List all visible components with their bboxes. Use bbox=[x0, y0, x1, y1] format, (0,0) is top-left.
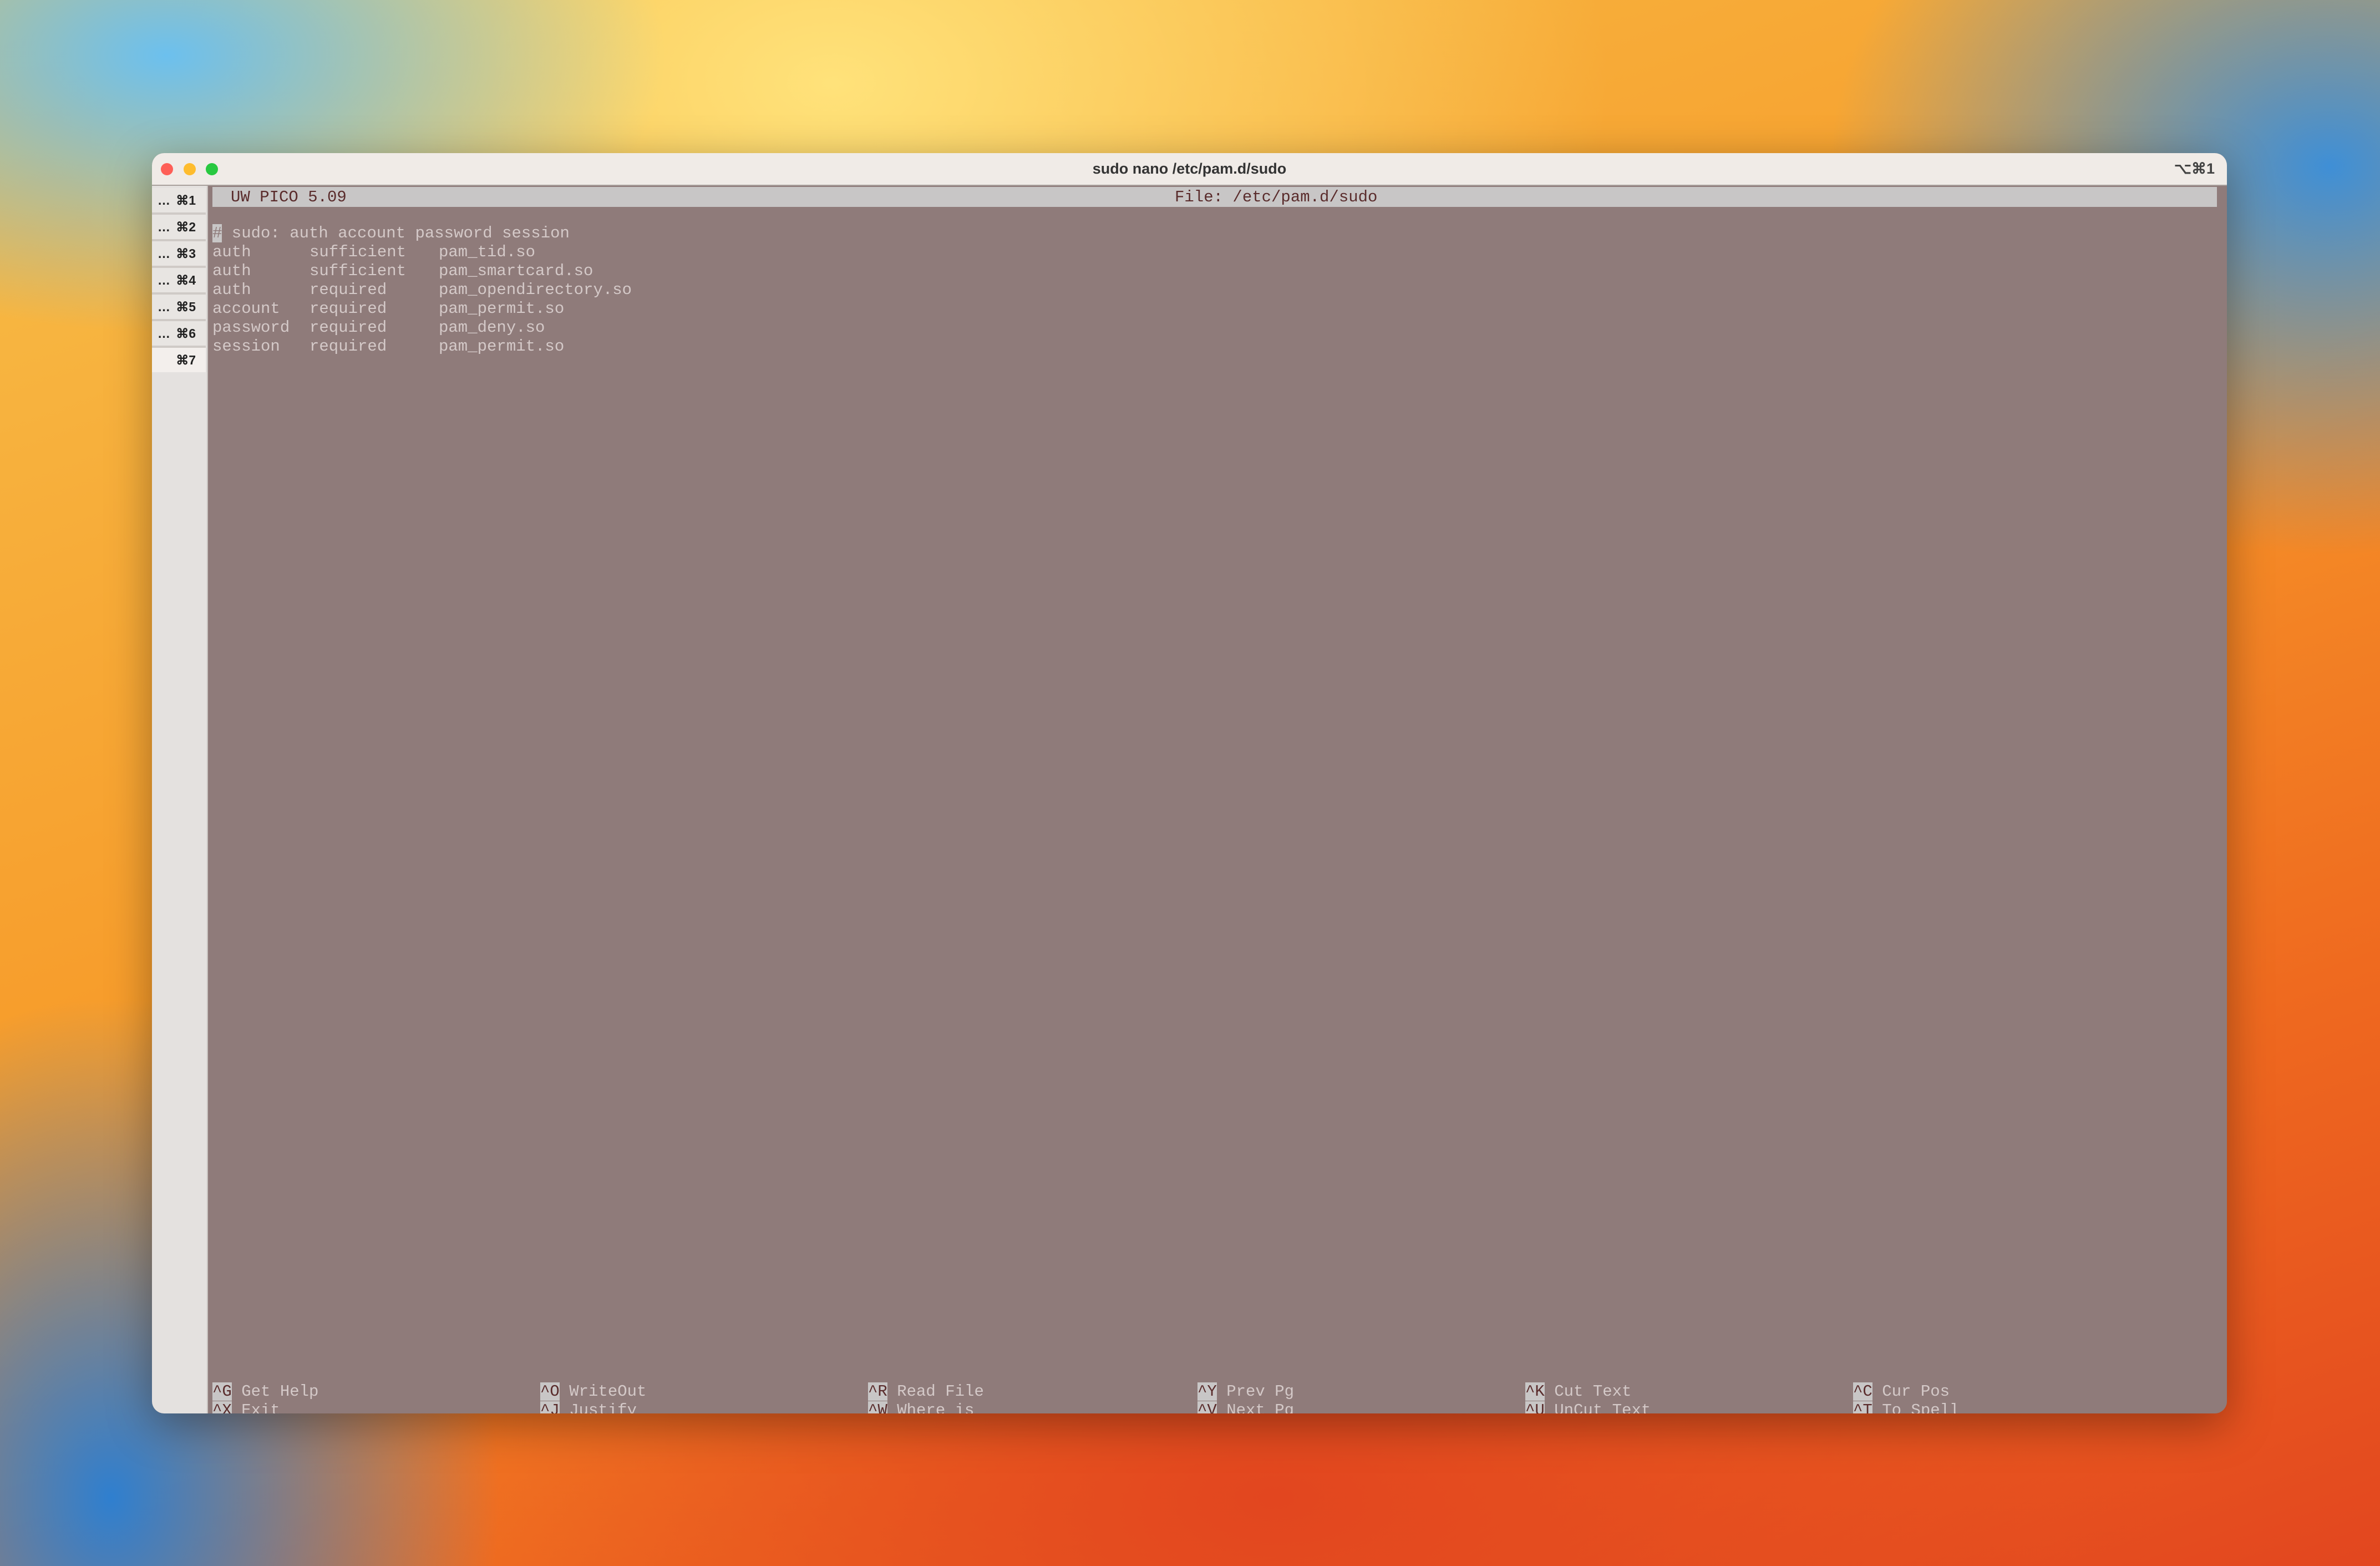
tab-shortcut: ⌘4 bbox=[176, 273, 196, 287]
pam-module: pam_tid.so bbox=[439, 243, 536, 261]
shortcut-key: ^O bbox=[540, 1382, 560, 1401]
tab-shortcut: ⌘2 bbox=[176, 220, 196, 234]
tab-dots: … bbox=[158, 193, 170, 207]
shortcut-justify[interactable]: ^J Justify bbox=[540, 1401, 637, 1413]
pam-type: password bbox=[212, 318, 290, 337]
comment-line: # sudo: auth account password session bbox=[212, 224, 570, 242]
pam-module: pam_permit.so bbox=[439, 300, 565, 318]
pam-control: required bbox=[309, 318, 387, 337]
tab-dots: … bbox=[158, 273, 170, 287]
tab-6[interactable]: … ⌘6 bbox=[152, 321, 206, 348]
shortcut-read-file[interactable]: ^R Read File bbox=[868, 1382, 984, 1401]
window-shortcut: ⌥⌘1 bbox=[2174, 160, 2215, 177]
pam-type: auth bbox=[212, 281, 251, 299]
terminal-window: sudo nano /etc/pam.d/sudo ⌥⌘1 … ⌘1… ⌘2… ⌘3…… bbox=[152, 153, 2227, 1413]
tab-3[interactable]: … ⌘3 bbox=[152, 241, 206, 268]
tab-dots: … bbox=[158, 220, 170, 234]
pico-header: UW PICO 5.09 File: /etc/pam.d/sudo bbox=[212, 187, 2217, 207]
shortcut-to-spell[interactable]: ^T To Spell bbox=[1853, 1401, 1959, 1413]
shortcut-uncut-text[interactable]: ^U UnCut Text bbox=[1525, 1401, 1651, 1413]
tab-dots: … bbox=[158, 326, 170, 341]
shortcut-label: Cut Text bbox=[1554, 1382, 1632, 1401]
tab-4[interactable]: … ⌘4 bbox=[152, 268, 206, 295]
tab-sidebar: … ⌘1 … ⌘2 … ⌘3 … ⌘4 … ⌘5 … ⌘6 ⌘7 bbox=[152, 186, 208, 1413]
tab-5[interactable]: … ⌘5 bbox=[152, 295, 206, 321]
tab-2[interactable]: … ⌘2 bbox=[152, 215, 206, 241]
shortcut-get-help[interactable]: ^G Get Help bbox=[212, 1382, 318, 1401]
shortcut-key: ^W bbox=[868, 1401, 887, 1413]
pam-type: auth bbox=[212, 243, 251, 261]
tab-dots: … bbox=[158, 246, 170, 261]
shortcut-exit[interactable]: ^X Exit bbox=[212, 1401, 280, 1413]
shortcut-key: ^J bbox=[540, 1401, 560, 1413]
pam-type: session bbox=[212, 337, 280, 356]
pam-module: pam_smartcard.so bbox=[439, 262, 593, 280]
pam-control: required bbox=[309, 300, 387, 318]
pam-type: account bbox=[212, 300, 280, 318]
shortcut-label: Get Help bbox=[241, 1382, 319, 1401]
tab-dots: … bbox=[158, 300, 170, 314]
tab-shortcut: ⌘5 bbox=[176, 300, 196, 314]
pam-module: pam_opendirectory.so bbox=[439, 281, 632, 299]
shortcut-label: Next Pg bbox=[1226, 1401, 1295, 1413]
tab-shortcut: ⌘6 bbox=[176, 326, 196, 341]
shortcut-label: To Spell bbox=[1882, 1401, 1960, 1413]
shortcut-label: Justify bbox=[569, 1401, 637, 1413]
window-title: sudo nano /etc/pam.d/sudo bbox=[1092, 160, 1287, 177]
tab-1[interactable]: … ⌘1 bbox=[152, 188, 206, 215]
pam-control: sufficient bbox=[309, 243, 407, 261]
shortcut-label: Exit bbox=[241, 1401, 280, 1413]
pam-module: pam_deny.so bbox=[439, 318, 545, 337]
shortcut-prev-pg[interactable]: ^Y Prev Pg bbox=[1197, 1382, 1294, 1401]
shortcut-key: ^X bbox=[212, 1401, 232, 1413]
pam-control: sufficient bbox=[309, 262, 407, 280]
shortcut-key: ^U bbox=[1525, 1401, 1545, 1413]
shortcut-label: UnCut Text bbox=[1554, 1401, 1651, 1413]
shortcut-label: Cur Pos bbox=[1882, 1382, 1950, 1401]
shortcut-label: Read File bbox=[897, 1382, 984, 1401]
cursor: # bbox=[212, 224, 222, 242]
shortcut-label: Prev Pg bbox=[1226, 1382, 1295, 1401]
tab-shortcut: ⌘3 bbox=[176, 246, 196, 261]
shortcut-key: ^K bbox=[1525, 1382, 1545, 1401]
shortcut-label: Where is bbox=[897, 1401, 975, 1413]
terminal-content[interactable]: UW PICO 5.09 File: /etc/pam.d/sudo # sud… bbox=[208, 186, 2227, 1413]
shortcut-key: ^R bbox=[868, 1382, 887, 1401]
pam-type: auth bbox=[212, 262, 251, 280]
shortcut-cut-text[interactable]: ^K Cut Text bbox=[1525, 1382, 1631, 1401]
shortcut-cur-pos[interactable]: ^C Cur Pos bbox=[1853, 1382, 1950, 1401]
shortcut-where-is[interactable]: ^W Where is bbox=[868, 1401, 974, 1413]
shortcut-key: ^T bbox=[1853, 1401, 1872, 1413]
tab-shortcut: ⌘7 bbox=[176, 353, 196, 367]
pam-control: required bbox=[309, 281, 387, 299]
title-bar: sudo nano /etc/pam.d/sudo ⌥⌘1 bbox=[152, 153, 2227, 186]
shortcut-label: WriteOut bbox=[569, 1382, 647, 1401]
pam-module: pam_permit.so bbox=[439, 337, 565, 356]
file-name: File: /etc/pam.d/sudo bbox=[1175, 188, 1378, 206]
shortcut-key: ^V bbox=[1197, 1401, 1217, 1413]
tab-shortcut: ⌘1 bbox=[176, 193, 196, 207]
shortcut-key: ^G bbox=[212, 1382, 232, 1401]
tab-7[interactable]: ⌘7 bbox=[152, 348, 206, 372]
shortcut-writeout[interactable]: ^O WriteOut bbox=[540, 1382, 646, 1401]
pico-version: UW PICO 5.09 bbox=[231, 188, 347, 206]
pam-control: required bbox=[309, 337, 387, 356]
shortcut-key: ^C bbox=[1853, 1382, 1872, 1401]
shortcut-key: ^Y bbox=[1197, 1382, 1217, 1401]
shortcut-next-pg[interactable]: ^V Next Pg bbox=[1197, 1401, 1294, 1413]
